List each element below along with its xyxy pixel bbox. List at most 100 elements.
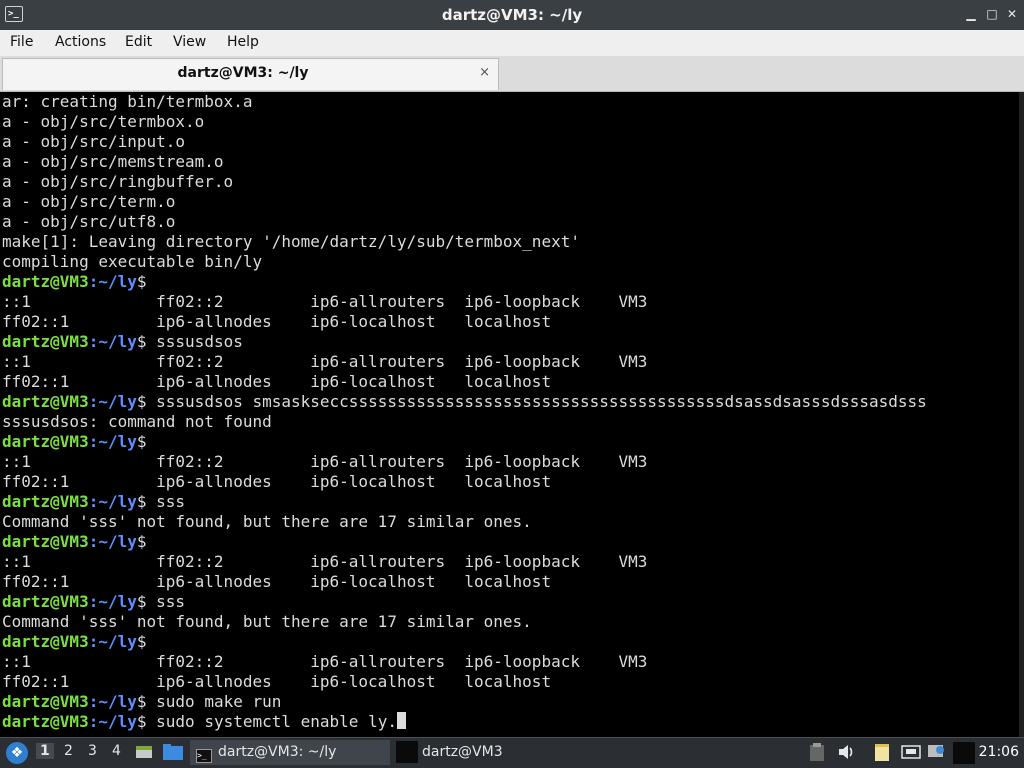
output-text: ::1 ff02::2 ip6-allrouters ip6-loopback … bbox=[2, 452, 648, 471]
terminal-output-line: ::1 ff02::2 ip6-allrouters ip6-loopback … bbox=[2, 652, 927, 672]
clock: 21:06 bbox=[978, 744, 1019, 760]
text-cursor bbox=[396, 712, 406, 729]
prompt-user: dartz@VM3 bbox=[2, 632, 89, 651]
prompt-user: dartz@VM3 bbox=[2, 592, 89, 611]
prompt-user: dartz@VM3 bbox=[2, 332, 89, 351]
prompt-path: :~/ly bbox=[88, 332, 137, 351]
prompt-user: dartz@VM3 bbox=[2, 532, 89, 551]
start-menu-icon[interactable]: ❖ bbox=[6, 742, 28, 764]
notes-icon[interactable] bbox=[872, 742, 892, 766]
close-icon[interactable]: ✕ bbox=[1005, 7, 1019, 21]
output-text: sssusdsos: command not found bbox=[2, 412, 272, 431]
prompt-user: dartz@VM3 bbox=[2, 272, 89, 291]
output-text: ff02::1 ip6-allnodes ip6-localhost local… bbox=[2, 672, 552, 691]
output-text: Command 'sss' not found, but there are 1… bbox=[2, 612, 532, 631]
prompt-symbol: $ bbox=[136, 432, 147, 451]
terminal-output-line: ff02::1 ip6-allnodes ip6-localhost local… bbox=[2, 672, 927, 692]
terminal-prompt-line: dartz@VM3:~/ly$ sss bbox=[2, 592, 927, 612]
terminal-output-line: ::1 ff02::2 ip6-allrouters ip6-loopback … bbox=[2, 352, 927, 372]
command-text: sss bbox=[146, 492, 186, 511]
workspace-1[interactable]: 1 bbox=[36, 743, 54, 759]
command-text: sssusdsos bbox=[146, 332, 243, 351]
menu-actions[interactable]: Actions bbox=[55, 34, 106, 50]
prompt-symbol: $ bbox=[136, 712, 147, 731]
menu-help[interactable]: Help bbox=[227, 34, 259, 50]
menu-view[interactable]: View bbox=[173, 34, 206, 50]
command-text: sudo systemctl enable ly. bbox=[146, 712, 397, 731]
terminal-output-line: Command 'sss' not found, but there are 1… bbox=[2, 612, 927, 632]
output-text: a - obj/src/memstream.o bbox=[2, 152, 224, 171]
terminal-prompt-line: dartz@VM3:~/ly$ sudo make run bbox=[2, 692, 927, 712]
terminal-output-line: ::1 ff02::2 ip6-allrouters ip6-loopback … bbox=[2, 292, 927, 312]
taskbar-task-terminal-vm3[interactable]: dartz@VM3 bbox=[394, 740, 594, 765]
output-text: a - obj/src/input.o bbox=[2, 132, 186, 151]
terminal-output-line: sssusdsos: command not found bbox=[2, 412, 927, 432]
terminal-output-line: a - obj/src/termbox.o bbox=[2, 112, 927, 132]
tab-terminal[interactable]: dartz@VM3: ~/ly × bbox=[2, 58, 499, 90]
output-text: ::1 ff02::2 ip6-allrouters ip6-loopback … bbox=[2, 352, 648, 371]
tab-close-icon[interactable]: × bbox=[479, 65, 490, 80]
terminal-output-line: ar: creating bin/termbox.a bbox=[2, 92, 927, 112]
output-text: a - obj/src/term.o bbox=[2, 192, 176, 211]
command-text: sss bbox=[146, 592, 186, 611]
prompt-symbol: $ bbox=[136, 592, 147, 611]
terminal-prompt-line: dartz@VM3:~/ly$ bbox=[2, 532, 927, 552]
terminal-output-line: a - obj/src/utf8.o bbox=[2, 212, 927, 232]
output-text: ff02::1 ip6-allnodes ip6-localhost local… bbox=[2, 372, 552, 391]
file-manager-icon[interactable] bbox=[162, 742, 184, 766]
terminal-output-line: compiling executable bin/ly bbox=[2, 252, 927, 272]
terminal-output-line: Command 'sss' not found, but there are 1… bbox=[2, 512, 927, 532]
menu-file[interactable]: File bbox=[10, 34, 33, 50]
terminal-tray-icon[interactable] bbox=[953, 742, 975, 768]
window-thumbnail-icon bbox=[396, 741, 418, 763]
terminal-output-line: make[1]: Leaving directory '/home/dartz/… bbox=[2, 232, 927, 252]
prompt-symbol: $ bbox=[136, 632, 147, 651]
terminal-output-line: a - obj/src/term.o bbox=[2, 192, 927, 212]
network-icon[interactable] bbox=[900, 742, 922, 766]
tab-bar: dartz@VM3: ~/ly × bbox=[0, 56, 1024, 92]
output-text: ::1 ff02::2 ip6-allrouters ip6-loopback … bbox=[2, 652, 648, 671]
terminal-prompt-line: dartz@VM3:~/ly$ sssusdsos bbox=[2, 332, 927, 352]
task-label: dartz@VM3 bbox=[422, 744, 503, 760]
terminal-prompt-line: dartz@VM3:~/ly$ bbox=[2, 432, 927, 452]
taskbar: ❖ 1 2 3 4 >_ dartz@VM3: ~/ly dartz@VM3 21… bbox=[0, 737, 1024, 768]
terminal-output-line: ::1 ff02::2 ip6-allrouters ip6-loopback … bbox=[2, 552, 927, 572]
command-text: sudo make run bbox=[146, 692, 282, 711]
taskbar-task-terminal-ly[interactable]: >_ dartz@VM3: ~/ly bbox=[190, 740, 390, 765]
prompt-user: dartz@VM3 bbox=[2, 392, 89, 411]
prompt-path: :~/ly bbox=[88, 592, 137, 611]
maximize-icon[interactable]: □ bbox=[985, 7, 999, 21]
volume-icon[interactable] bbox=[836, 742, 856, 766]
terminal-area[interactable]: ar: creating bin/termbox.a a - obj/src/te… bbox=[0, 92, 1024, 737]
clipboard-icon[interactable] bbox=[808, 742, 826, 766]
output-text: ff02::1 ip6-allnodes ip6-localhost local… bbox=[2, 312, 552, 331]
output-text: ff02::1 ip6-allnodes ip6-localhost local… bbox=[2, 472, 552, 491]
prompt-symbol: $ bbox=[136, 492, 147, 511]
workspace-2[interactable]: 2 bbox=[64, 743, 73, 759]
terminal-prompt-line: dartz@VM3:~/ly$ bbox=[2, 272, 927, 292]
output-text: make[1]: Leaving directory '/home/dartz/… bbox=[2, 232, 580, 251]
prompt-symbol: $ bbox=[136, 332, 147, 351]
show-desktop-icon[interactable] bbox=[134, 742, 154, 766]
terminal-icon: >_ bbox=[196, 749, 212, 763]
task-label: dartz@VM3: ~/ly bbox=[218, 744, 337, 760]
prompt-symbol: $ bbox=[136, 272, 147, 291]
update-notifier-icon[interactable] bbox=[926, 742, 946, 766]
workspace-3[interactable]: 3 bbox=[88, 743, 97, 759]
terminal-prompt-line: dartz@VM3:~/ly$ sssusdsos smsaskseссssss… bbox=[2, 392, 927, 412]
prompt-user: dartz@VM3 bbox=[2, 432, 89, 451]
terminal-output-line: ff02::1 ip6-allnodes ip6-localhost local… bbox=[2, 372, 927, 392]
prompt-path: :~/ly bbox=[88, 432, 137, 451]
output-text: ar: creating bin/termbox.a bbox=[2, 92, 253, 111]
output-text: ff02::1 ip6-allnodes ip6-localhost local… bbox=[2, 572, 552, 591]
terminal-output-line: a - obj/src/memstream.o bbox=[2, 152, 927, 172]
terminal-output-line: ff02::1 ip6-allnodes ip6-localhost local… bbox=[2, 312, 927, 332]
workspace-4[interactable]: 4 bbox=[112, 743, 121, 759]
prompt-user: dartz@VM3 bbox=[2, 712, 89, 731]
scrollbar[interactable] bbox=[1019, 92, 1024, 737]
prompt-user: dartz@VM3 bbox=[2, 692, 89, 711]
terminal-output-line: a - obj/src/input.o bbox=[2, 132, 927, 152]
menu-edit[interactable]: Edit bbox=[125, 34, 152, 50]
minimize-icon[interactable]: ▁ bbox=[964, 7, 978, 21]
output-text: a - obj/src/utf8.o bbox=[2, 212, 176, 231]
